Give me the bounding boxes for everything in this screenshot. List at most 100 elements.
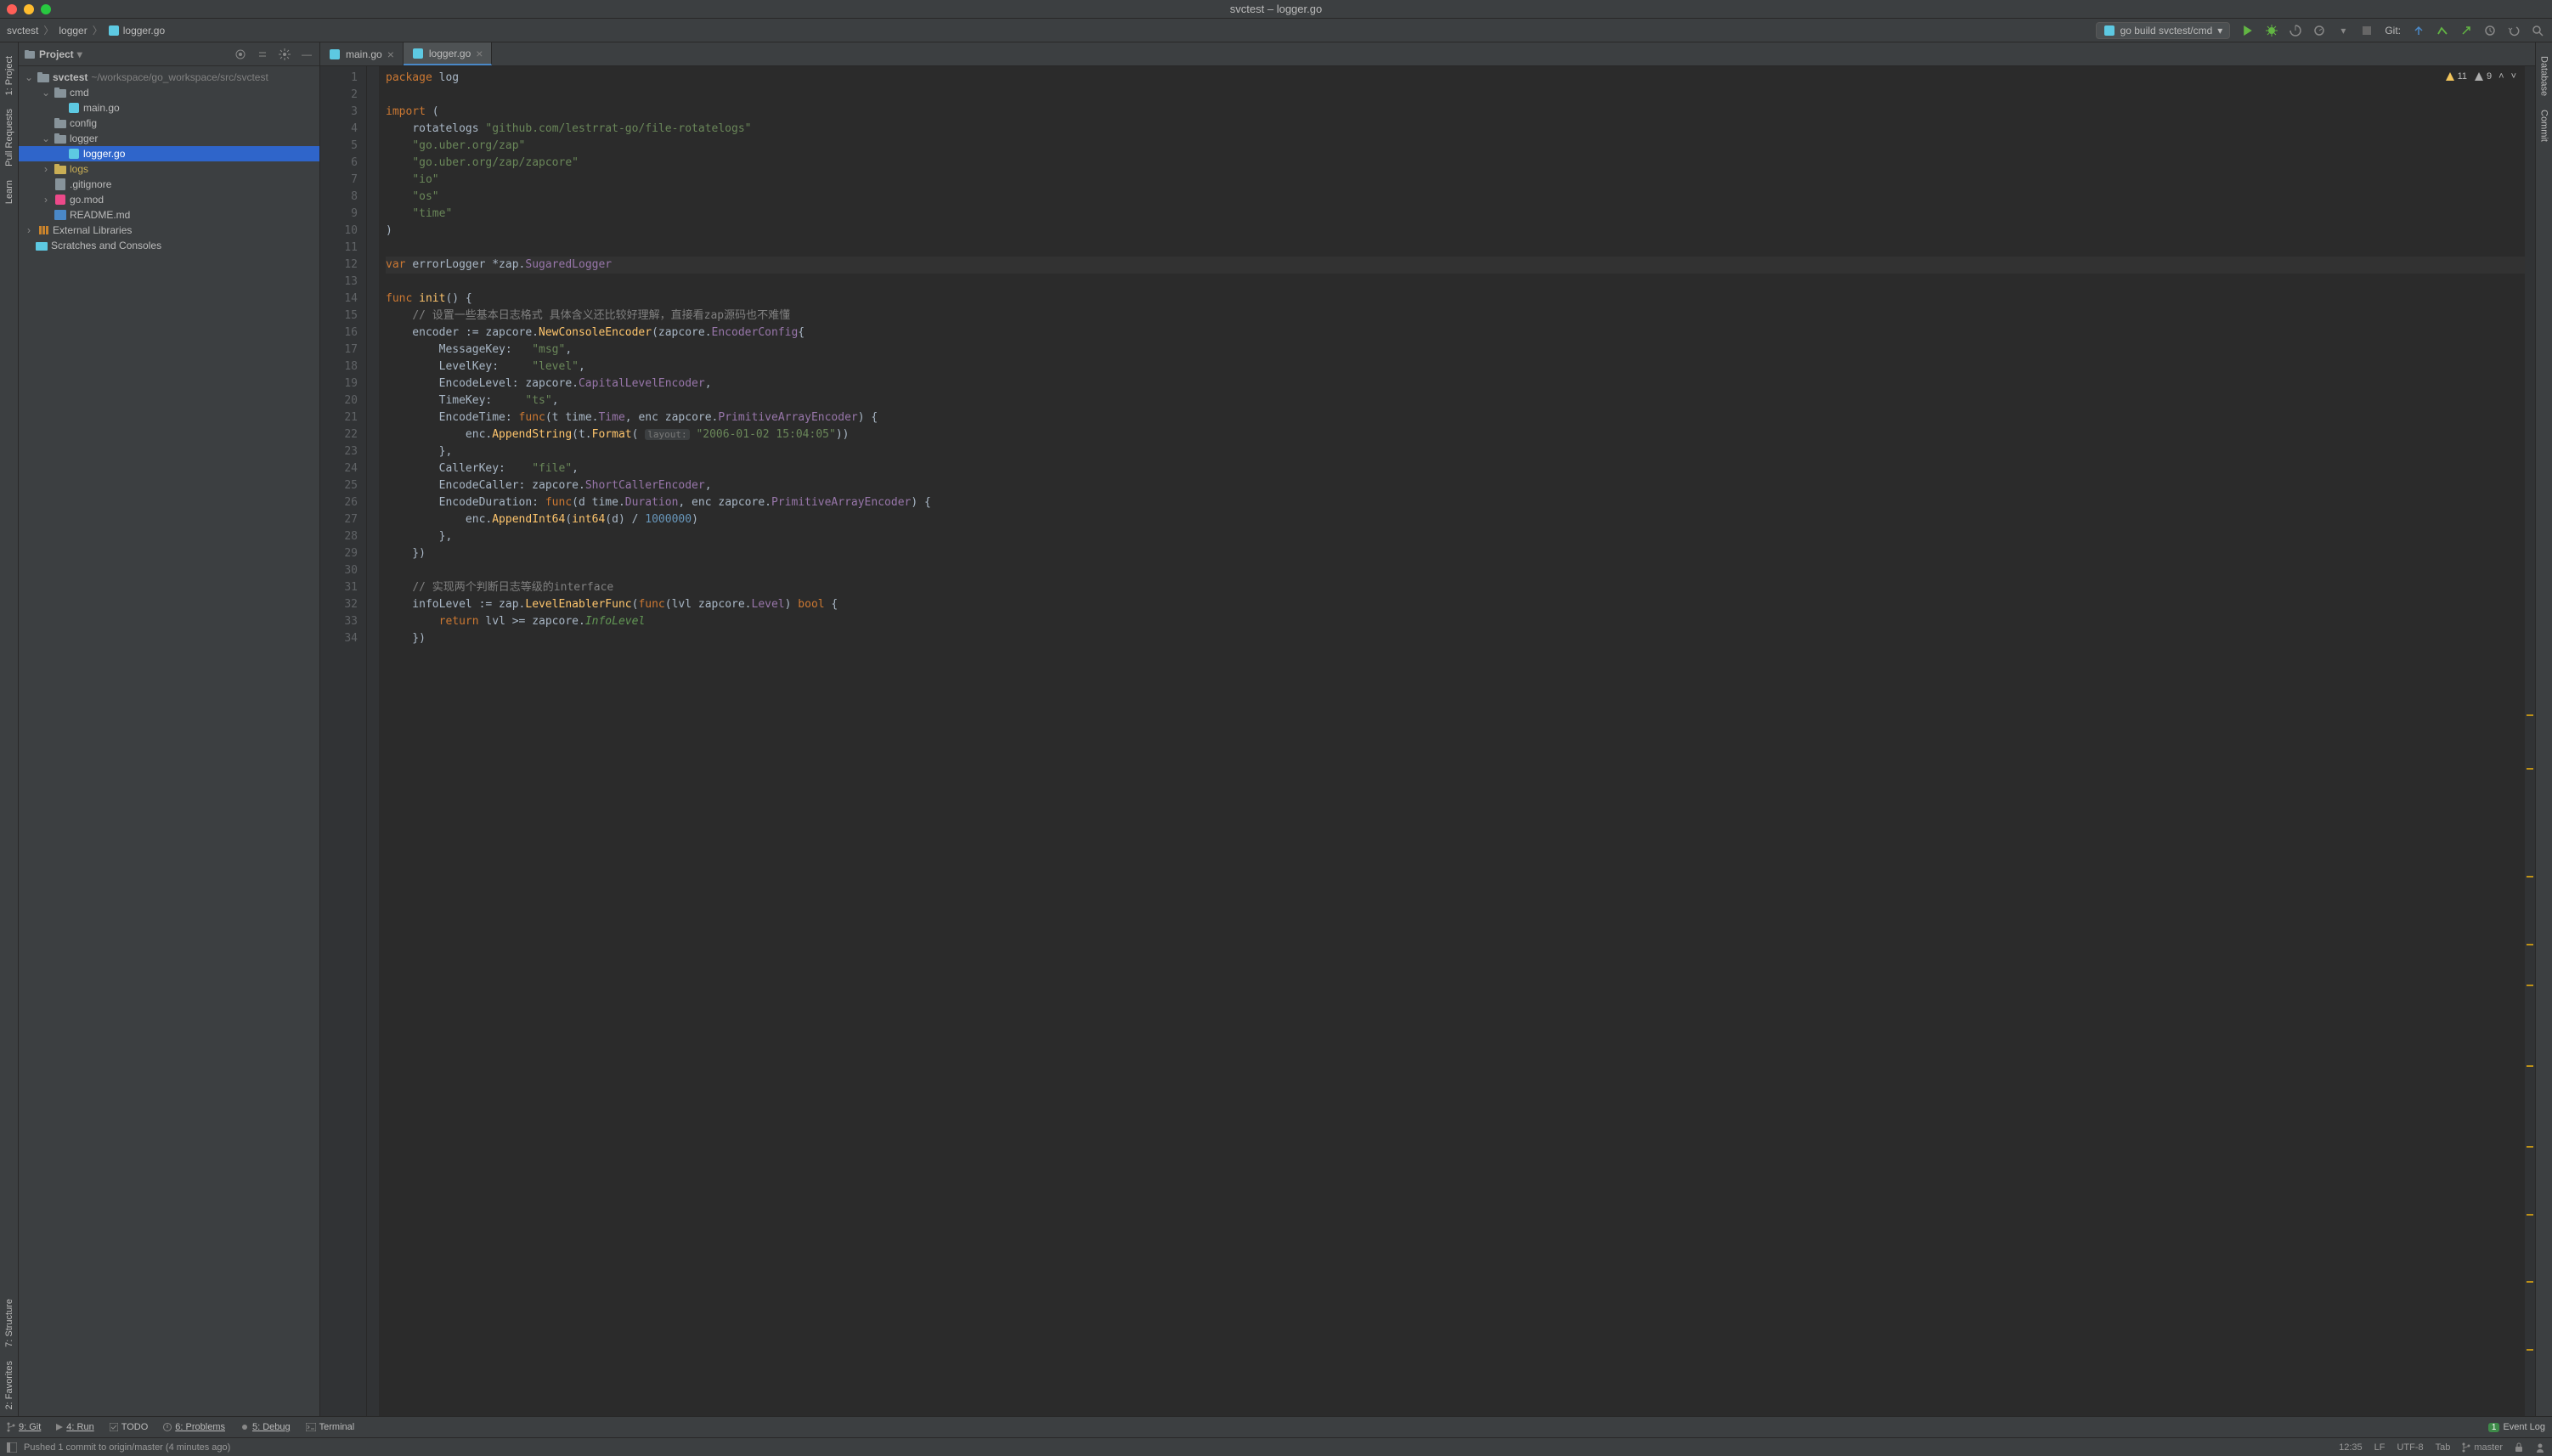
go-file-icon <box>68 102 80 114</box>
todo-tool-tab[interactable]: TODO <box>110 1422 149 1432</box>
close-tab-icon[interactable]: × <box>476 47 483 60</box>
status-bar: Pushed 1 commit to origin/master (4 minu… <box>0 1437 2552 1456</box>
settings-icon[interactable] <box>277 47 292 62</box>
editor-area: main.go × logger.go × 123456789101112131… <box>320 42 2535 1416</box>
go-file-icon <box>108 25 120 37</box>
project-panel-title[interactable]: Project <box>39 48 74 60</box>
tree-file-readme[interactable]: README.md <box>19 207 319 223</box>
run-config-selector[interactable]: go build svctest/cmd ▾ <box>2096 22 2231 39</box>
go-file-icon <box>68 148 80 160</box>
warnings-count: 11 <box>2458 71 2467 82</box>
inspection-hector-icon[interactable] <box>2535 1442 2545 1453</box>
tree-folder-logs[interactable]: › logs <box>19 161 319 177</box>
folder-icon <box>54 87 66 99</box>
weak-warnings-count: 9 <box>2487 71 2492 82</box>
git-rollback-button[interactable] <box>2506 23 2521 38</box>
close-tab-icon[interactable]: × <box>387 48 394 61</box>
tree-scratches[interactable]: Scratches and Consoles <box>19 238 319 253</box>
checklist-icon <box>110 1423 118 1431</box>
chevron-down-icon[interactable]: ▾ <box>77 48 82 60</box>
hide-panel-button[interactable]: — <box>299 47 314 62</box>
stop-button[interactable] <box>2359 23 2374 38</box>
learn-tool-tab[interactable]: Learn <box>3 173 16 211</box>
go-mod-icon <box>54 194 66 206</box>
tree-file-gitignore[interactable]: .gitignore <box>19 177 319 192</box>
window-title: svctest – logger.go <box>1230 3 1322 15</box>
profile-button[interactable] <box>2312 23 2327 38</box>
folder-icon <box>54 163 66 175</box>
tree-folder-logger[interactable]: ⌄ logger <box>19 131 319 146</box>
tree-root[interactable]: ⌄ svctest ~/workspace/go_workspace/src/s… <box>19 70 319 85</box>
project-panel: Project ▾ — ⌄ svctest ~/workspace/go_wor… <box>19 42 320 1416</box>
select-opened-file-button[interactable] <box>233 47 248 62</box>
structure-tool-tab[interactable]: 7: Structure <box>3 1292 16 1354</box>
expand-all-button[interactable] <box>255 47 270 62</box>
problems-tool-tab[interactable]: 6: Problems <box>163 1422 225 1432</box>
close-window-button[interactable] <box>7 4 17 14</box>
tree-root-name: svctest <box>53 71 88 83</box>
breadcrumb-folder[interactable]: logger <box>59 25 87 37</box>
database-tool-tab[interactable]: Database <box>2538 49 2551 103</box>
tree-file-logger-go[interactable]: logger.go <box>19 146 319 161</box>
caret-position[interactable]: 12:35 <box>2339 1442 2363 1453</box>
chevron-up-icon[interactable]: ˄ <box>2498 71 2504 82</box>
project-tool-tab[interactable]: 1: Project <box>3 49 16 102</box>
git-history-button[interactable] <box>2482 23 2498 38</box>
commit-tool-tab[interactable]: Commit <box>2538 103 2551 149</box>
project-tree[interactable]: ⌄ svctest ~/workspace/go_workspace/src/s… <box>19 66 319 1416</box>
warning-icon <box>163 1423 172 1431</box>
indent-mode[interactable]: Tab <box>2436 1442 2451 1453</box>
tool-window-toggle-icon[interactable] <box>7 1442 17 1453</box>
attach-button[interactable]: ▾ <box>2335 23 2351 38</box>
status-message: Pushed 1 commit to origin/master (4 minu… <box>24 1442 230 1453</box>
git-branch-widget[interactable]: master <box>2462 1442 2503 1453</box>
favorites-tool-tab[interactable]: 2: Favorites <box>3 1354 16 1416</box>
git-update-button[interactable] <box>2411 23 2426 38</box>
breadcrumb-project[interactable]: svctest <box>7 25 38 37</box>
tree-file-gomod[interactable]: › go.mod <box>19 192 319 207</box>
debug-button[interactable] <box>2264 23 2279 38</box>
minimize-window-button[interactable] <box>24 4 34 14</box>
tree-folder-config[interactable]: config <box>19 116 319 131</box>
error-stripe[interactable] <box>2525 66 2535 1416</box>
tree-external-libraries[interactable]: › External Libraries <box>19 223 319 238</box>
library-icon <box>37 224 49 236</box>
git-tool-tab[interactable]: 9: Git <box>7 1422 41 1432</box>
editor-tab-logger-go[interactable]: logger.go × <box>404 42 493 65</box>
editor-body[interactable]: 1234567891011121314151617181920212223242… <box>320 66 2535 1416</box>
file-encoding[interactable]: UTF-8 <box>2397 1442 2423 1453</box>
code-editor[interactable]: package logimport ( rotatelogs "github.c… <box>379 66 2535 1416</box>
line-numbers-gutter: 1234567891011121314151617181920212223242… <box>320 66 367 1416</box>
project-view-icon <box>24 48 36 60</box>
breadcrumbs[interactable]: svctest 〉 logger 〉 logger.go <box>7 23 165 37</box>
run-with-coverage-button[interactable] <box>2288 23 2303 38</box>
search-everywhere-button[interactable] <box>2530 23 2545 38</box>
editor-tab-main-go[interactable]: main.go × <box>320 42 404 65</box>
fold-gutter[interactable] <box>367 66 379 1416</box>
lock-icon[interactable] <box>2515 1442 2523 1453</box>
maximize-window-button[interactable] <box>41 4 51 14</box>
chevron-down-icon: ▾ <box>2217 25 2222 37</box>
markdown-icon <box>54 209 66 221</box>
debug-tool-tab[interactable]: 5: Debug <box>240 1422 291 1432</box>
bottom-tool-tabs: 9: Git 4: Run TODO 6: Problems 5: Debug … <box>0 1417 2552 1437</box>
line-separator[interactable]: LF <box>2374 1442 2385 1453</box>
go-file-icon <box>329 48 341 60</box>
play-icon <box>56 1424 63 1431</box>
git-push-button[interactable] <box>2459 23 2474 38</box>
tree-folder-cmd[interactable]: ⌄ cmd <box>19 85 319 100</box>
run-button[interactable] <box>2240 23 2256 38</box>
git-commit-button[interactable] <box>2435 23 2450 38</box>
pull-requests-tool-tab[interactable]: Pull Requests <box>3 102 16 173</box>
tree-file-main-go[interactable]: main.go <box>19 100 319 116</box>
chevron-down-icon[interactable]: ˅ <box>2511 71 2516 82</box>
tree-root-path: ~/workspace/go_workspace/src/svctest <box>91 71 268 83</box>
breadcrumb-file[interactable]: logger.go <box>123 25 165 37</box>
title-bar: svctest – logger.go <box>0 0 2552 19</box>
terminal-tool-tab[interactable]: Terminal <box>306 1422 355 1432</box>
folder-icon <box>54 117 66 129</box>
run-tool-tab[interactable]: 4: Run <box>56 1422 93 1432</box>
event-log-tool-tab[interactable]: 1 Event Log <box>2488 1422 2545 1432</box>
inspection-widget[interactable]: 11 9 ˄ ˅ <box>2445 71 2516 82</box>
scratches-icon <box>36 240 48 251</box>
